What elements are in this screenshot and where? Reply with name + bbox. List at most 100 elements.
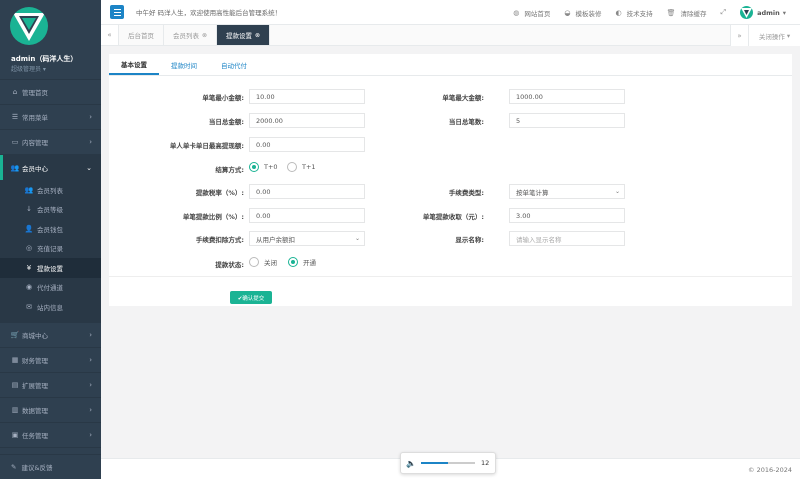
sidebar-subitem-label: 站内信息	[37, 303, 63, 312]
settle-mode-t0-radio[interactable]: T+0	[249, 162, 278, 172]
chevron-right-icon: ›	[89, 330, 92, 339]
settle-mode-label: 结算方式:	[215, 166, 244, 174]
tasks-icon: ▣	[11, 430, 19, 439]
submit-button[interactable]: ✔确认提交	[230, 291, 272, 304]
sidebar-item-mall[interactable]: 🛒 商城中心 ›	[0, 323, 101, 348]
daily-count-label: 当日总笔数:	[448, 118, 484, 126]
fullscreen-button[interactable]: ⤢	[720, 8, 726, 17]
chevron-right-icon: ›	[89, 138, 92, 146]
tab-label: 基本设置	[121, 60, 147, 69]
min-amount-input[interactable]: 10.00	[249, 89, 365, 104]
close-ops-label: 关闭操作	[758, 32, 785, 41]
sidebar-item-content[interactable]: ▭ 内容管理 ›	[0, 130, 101, 155]
daily-count-input[interactable]: 5	[509, 113, 625, 128]
chevron-right-icon: ›	[89, 405, 92, 414]
chevron-down-icon: ⌄	[86, 163, 92, 172]
nav-site-home[interactable]: ◍ 网站首页	[513, 8, 550, 18]
per-card-max-input[interactable]: 0.00	[249, 137, 365, 152]
fee-ratio-label: 单笔提款比例（%）:	[182, 213, 244, 221]
tab-member-list[interactable]: 会员列表 ⊗	[164, 25, 218, 45]
nav-template[interactable]: ◒ 模板装修	[564, 8, 601, 18]
top-nav: ◍ 网站首页 ◒ 模板装修 ◐ 技术支持 🗑 清除缓存 ⤢ admin ▾	[513, 0, 800, 25]
sidebar-item-data[interactable]: ▥ 数据管理 ›	[0, 398, 101, 423]
sidebar-item-home[interactable]: ⌂ 管理首页	[0, 80, 101, 105]
max-amount-input[interactable]: 1000.00	[509, 89, 625, 104]
status-on-radio[interactable]: 开通	[288, 257, 316, 267]
sidebar-subitem-label: 代付通道	[37, 284, 63, 293]
sidebar-subitem-label: 提款设置	[37, 264, 63, 273]
channel-icon: ◉	[25, 283, 33, 292]
settings-panel: 基本设置 提款时间 自动代付 单笔最小金额: 10.00 单笔最大金额: 100…	[109, 54, 792, 306]
chevron-right-icon: ›	[89, 113, 92, 121]
close-operations-dropdown[interactable]: 关闭操作 ▾	[748, 25, 800, 46]
user-role-dropdown[interactable]: 超级管理员 ▾	[11, 64, 46, 73]
sidebar-item-extension[interactable]: ▤ 扩展管理 ›	[0, 373, 101, 398]
sidebar: admin（码洋人生） 超级管理员 ▾ ⌂ 管理首页 ☰ 常用菜单 › ▭ 内容管理 › …	[0, 0, 101, 479]
user-name[interactable]: admin（码洋人生）	[11, 54, 77, 64]
fee-type-select[interactable]: 按单笔计算 ⌄	[509, 184, 625, 199]
fee-fixed-input[interactable]: 3.00	[509, 208, 625, 223]
nav-clear-cache[interactable]: 🗑 清除缓存	[667, 8, 707, 18]
admin-dropdown[interactable]: admin ▾	[740, 6, 786, 19]
radio-label: T+1	[302, 163, 316, 171]
settle-mode-t1-radio[interactable]: T+1	[287, 162, 316, 172]
tab-basic-settings[interactable]: 基本设置	[109, 54, 159, 75]
nav-support[interactable]: ◐ 技术支持	[615, 8, 652, 18]
sidebar-subitem-payout-channel[interactable]: ◉ 代付通道	[0, 278, 101, 298]
nav-label: 网站首页	[524, 9, 551, 18]
edit-icon: ✎	[11, 463, 17, 471]
member-submenu: 👥 会员列表 ↓ 会员等级 👤 会员钱包 ◎ 充值记录 ¥ 提款设置 ◉ 代付通道 ✉ 站内信…	[0, 180, 101, 317]
select-value: 从用户余额扣	[256, 235, 295, 244]
user-icon: 👤	[24, 224, 34, 233]
tab-auto-payout[interactable]: 自动代付	[209, 54, 259, 75]
volume-slider[interactable]	[420, 462, 475, 464]
close-icon[interactable]: ⊗	[202, 32, 207, 39]
sidebar-item-member[interactable]: 👥 会员中心 ⌄	[0, 155, 101, 180]
menu-toggle-button[interactable]	[110, 5, 124, 19]
sidebar-subitem-member-list[interactable]: 👥 会员列表	[0, 180, 101, 200]
speaker-icon[interactable]: 🔈	[406, 459, 416, 468]
sidebar-subitem-member-wallet[interactable]: 👤 会员钱包	[0, 219, 101, 239]
sidebar-subitem-withdraw-settings[interactable]: ¥ 提款设置	[0, 258, 101, 278]
tab-withdraw-time[interactable]: 提款时间	[159, 54, 209, 75]
fee-ratio-input[interactable]: 0.00	[249, 208, 365, 223]
tax-rate-label: 提款税率（%）:	[195, 189, 244, 197]
sidebar-item-common[interactable]: ☰ 常用菜单 ›	[0, 105, 101, 130]
sidebar-subitem-messages[interactable]: ✉ 站内信息	[0, 297, 101, 317]
tabs-scroll-right-button[interactable]: »	[730, 25, 748, 46]
per-card-max-label: 单人单卡单日最高提现额:	[169, 142, 244, 150]
record-icon: ◎	[25, 244, 33, 253]
tab-home[interactable]: 后台首页	[119, 25, 164, 45]
chart-icon: ▤	[11, 380, 19, 389]
volume-control: 🔈 12	[400, 452, 496, 474]
user-role: 超级管理员	[11, 66, 42, 73]
sidebar-item-finance[interactable]: ▦ 财务管理 ›	[0, 348, 101, 373]
close-icon[interactable]: ⊗	[255, 32, 260, 39]
sidebar-subitem-label: 充值记录	[37, 245, 63, 254]
sidebar-item-tasks[interactable]: ▣ 任务管理 ›	[0, 423, 101, 448]
double-right-icon: »	[737, 31, 742, 40]
caret-down-icon: ▾	[782, 8, 786, 17]
globe-icon: ◍	[513, 8, 520, 17]
select-value: 按单笔计算	[516, 188, 549, 197]
sidebar-subitem-recharge[interactable]: ◎ 充值记录	[0, 239, 101, 259]
sidebar-item-label: 管理首页	[22, 89, 48, 97]
sidebar-subitem-member-level[interactable]: ↓ 会员等级	[0, 200, 101, 220]
sidebar-item-label: 会员中心	[22, 164, 48, 173]
status-off-radio[interactable]: 关闭	[249, 257, 277, 267]
tax-rate-input[interactable]: 0.00	[249, 184, 365, 199]
tab-withdraw-settings[interactable]: 提款设置 ⊗	[217, 25, 271, 45]
chevron-right-icon: ›	[89, 380, 92, 389]
users-icon: 👥	[24, 185, 34, 194]
fee-deduct-select[interactable]: 从用户余额扣 ⌄	[249, 231, 365, 246]
tab-label: 自动代付	[221, 61, 247, 70]
yen-icon: ¥	[26, 263, 32, 272]
daily-total-input[interactable]: 2000.00	[249, 113, 365, 128]
trash-icon: 🗑	[666, 8, 676, 17]
sort-icon: ↓	[26, 205, 32, 214]
display-name-input[interactable]: 请输入显示名称	[509, 231, 625, 246]
home-icon: ⌂	[12, 88, 18, 96]
tabs-scroll-left-button[interactable]: «	[101, 25, 119, 45]
feedback-link[interactable]: ✎ 建议&反馈	[0, 454, 101, 479]
palette-icon: ◒	[564, 8, 571, 17]
